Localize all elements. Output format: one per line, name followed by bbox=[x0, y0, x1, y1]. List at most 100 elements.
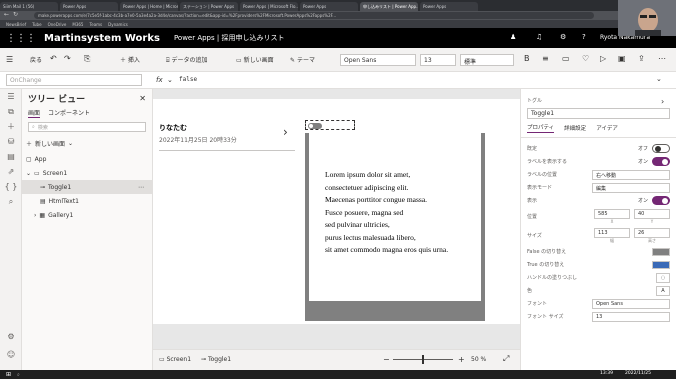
tree-view-icon[interactable]: ⧉ bbox=[0, 104, 22, 119]
redo-icon[interactable]: ↷ bbox=[64, 54, 71, 63]
undo-icon[interactable]: ↶ bbox=[50, 54, 57, 63]
variables-icon[interactable]: { } bbox=[0, 179, 22, 194]
property-input-x[interactable]: 113 bbox=[594, 227, 630, 238]
save-icon[interactable]: ▣ bbox=[618, 54, 626, 63]
screen-breadcrumb[interactable]: ▭ Screen1 bbox=[159, 356, 191, 363]
font-color-icon[interactable]: A bbox=[656, 285, 670, 296]
fill-picker-icon[interactable]: ◌ bbox=[656, 272, 670, 283]
toggle-control[interactable] bbox=[305, 120, 355, 130]
property-input-x[interactable]: 585 bbox=[594, 209, 630, 219]
bookmark[interactable]: Teams bbox=[89, 22, 102, 27]
formula-input[interactable]: false bbox=[176, 75, 646, 86]
publish-icon[interactable]: ⇪ bbox=[638, 54, 645, 63]
environment-icon[interactable]: ♟ bbox=[510, 33, 516, 41]
tab-components[interactable]: コンポーネント bbox=[48, 108, 90, 117]
zoom-out-icon[interactable]: − bbox=[383, 355, 390, 364]
hamburger-icon[interactable]: ☰ bbox=[6, 55, 13, 64]
property-input[interactable]: 13 bbox=[592, 311, 670, 322]
browser-tab[interactable]: Power Apps bbox=[420, 2, 478, 11]
url-field[interactable]: make.powerapps.com/e/7c5e5f-1abc-4c3b-a7… bbox=[34, 12, 594, 19]
property-select[interactable]: 編集 bbox=[592, 182, 670, 193]
bookmark[interactable]: Dynamics bbox=[108, 22, 128, 27]
user-icon[interactable]: ☺ bbox=[0, 347, 22, 362]
browser-tab-active[interactable]: 申し込みリスト | Power App... bbox=[360, 2, 418, 11]
chevron-down-icon[interactable]: ⌄ bbox=[167, 76, 173, 84]
start-icon[interactable]: ⊞ bbox=[6, 371, 11, 378]
bookmark[interactable]: M365 bbox=[72, 22, 83, 27]
font-size-select[interactable]: 13 bbox=[420, 54, 456, 66]
toggle-breadcrumb[interactable]: ⊸ Toggle1 bbox=[201, 356, 231, 363]
color-swatch[interactable] bbox=[652, 247, 670, 256]
property-select[interactable]: 右へ移動 bbox=[592, 169, 670, 180]
browser-tab[interactable]: Power Apps | Home | Microsoft bbox=[120, 2, 178, 11]
bookmark[interactable]: NewsBrief bbox=[6, 22, 26, 27]
property-toggle[interactable] bbox=[652, 196, 670, 205]
gallery-item[interactable]: りなたむ 2022年11月25日 20時33分 › bbox=[159, 123, 295, 151]
zoom-slider[interactable] bbox=[393, 355, 453, 364]
health-icon[interactable]: ♡ bbox=[582, 54, 589, 63]
search-icon[interactable]: ⌕ bbox=[17, 372, 20, 378]
browser-tab[interactable]: Power Apps bbox=[300, 2, 358, 11]
notification-icon[interactable]: ♫ bbox=[536, 33, 542, 41]
copy-icon[interactable]: ⎘ bbox=[84, 54, 90, 64]
settings-icon[interactable]: ⚙ bbox=[0, 329, 22, 344]
tree-item-gallery[interactable]: › ▦ Gallery1 bbox=[22, 208, 152, 222]
help-icon[interactable]: ? bbox=[582, 33, 586, 41]
zoom-in-icon[interactable]: + bbox=[458, 355, 465, 364]
control-name-input[interactable]: Toggle1 bbox=[527, 108, 670, 119]
tree-item-toggle[interactable]: ⊸ Toggle1 ⋯ bbox=[22, 180, 152, 194]
back-icon[interactable]: ← bbox=[4, 11, 9, 18]
app-launcher-icon[interactable]: ⋮⋮⋮ bbox=[6, 33, 36, 44]
new-screen-button[interactable]: ▭ 新しい画面 bbox=[236, 55, 274, 64]
font-select[interactable]: Open Sans bbox=[340, 54, 416, 66]
play-icon[interactable]: ▷ bbox=[600, 54, 606, 63]
browser-tab[interactable]: Power Apps | Microsoft Flo... bbox=[240, 2, 298, 11]
zoom-slider-thumb[interactable] bbox=[422, 355, 424, 364]
more-icon[interactable]: ⋯ bbox=[138, 184, 144, 191]
browser-tab[interactable]: Siim Mail 1 (56) bbox=[0, 2, 58, 11]
browser-tab[interactable]: ステーション | Power Apps bbox=[180, 2, 238, 11]
tree-search-box[interactable]: ⌕ 検索 bbox=[28, 122, 146, 132]
bold-icon[interactable]: B bbox=[524, 54, 530, 63]
chevron-right-icon[interactable]: › bbox=[661, 97, 664, 106]
close-icon[interactable]: ✕ bbox=[139, 94, 146, 103]
data-icon[interactable]: ⛁ bbox=[0, 134, 22, 149]
more-icon[interactable]: ⋯ bbox=[658, 54, 666, 63]
tab-screens[interactable]: 画面 bbox=[28, 108, 41, 118]
back-label[interactable]: 戻る bbox=[30, 55, 42, 64]
property-select[interactable]: OnChange bbox=[6, 74, 142, 86]
align-icon[interactable]: ≡ bbox=[542, 54, 549, 63]
tab-advanced[interactable]: 詳細設定 bbox=[564, 124, 586, 132]
search-icon[interactable]: ⌕ bbox=[0, 194, 22, 209]
property-input-y[interactable]: 40 bbox=[634, 209, 670, 219]
refresh-icon[interactable]: ↻ bbox=[13, 11, 18, 18]
property-select[interactable]: Open Sans bbox=[592, 298, 670, 309]
media-icon[interactable]: ▤ bbox=[0, 149, 22, 164]
htmltext-frame[interactable]: Lorem ipsum dolor sit amet, consectetuer… bbox=[305, 133, 485, 321]
insert-icon[interactable]: ＋ bbox=[0, 119, 22, 134]
fullscreen-icon[interactable]: ⤢ bbox=[503, 354, 509, 364]
property-toggle[interactable] bbox=[652, 157, 670, 166]
comment-icon[interactable]: ▭ bbox=[562, 54, 570, 63]
bookmark[interactable]: OneDrive bbox=[48, 22, 67, 27]
tree-item-app[interactable]: ▢ App bbox=[22, 152, 152, 166]
insert-button[interactable]: ＋ 挿入 bbox=[120, 55, 140, 64]
color-swatch[interactable] bbox=[652, 260, 670, 269]
tree-item-htmltext[interactable]: ▤ HtmlText1 bbox=[22, 194, 152, 208]
browser-tab[interactable]: Power Apps bbox=[60, 2, 118, 11]
font-weight-select[interactable]: 標準 bbox=[460, 54, 514, 66]
tree-item-screen[interactable]: ⌄ ▭ Screen1 bbox=[22, 166, 152, 180]
app-screen[interactable]: りなたむ 2022年11月25日 20時33分 › Lorem ipsum do… bbox=[153, 99, 520, 324]
settings-icon[interactable]: ⚙ bbox=[560, 33, 566, 41]
chevron-down-icon[interactable]: ⌄ bbox=[656, 75, 662, 83]
theme-button[interactable]: ✎ テーマ bbox=[290, 55, 315, 64]
tab-properties[interactable]: プロパティ bbox=[527, 123, 555, 133]
new-screen-button[interactable]: ＋ 新しい画面 ⌄ bbox=[22, 136, 152, 150]
property-input-y[interactable]: 26 bbox=[634, 227, 670, 238]
add-data-button[interactable]: ⌸ データの追加 bbox=[166, 55, 208, 65]
property-toggle[interactable] bbox=[652, 144, 670, 153]
power-automate-icon[interactable]: ⇗ bbox=[0, 164, 22, 179]
menu-icon[interactable]: ☰ bbox=[0, 89, 22, 104]
chevron-right-icon[interactable]: › bbox=[283, 125, 288, 139]
bookmark[interactable]: Tube bbox=[32, 22, 41, 27]
